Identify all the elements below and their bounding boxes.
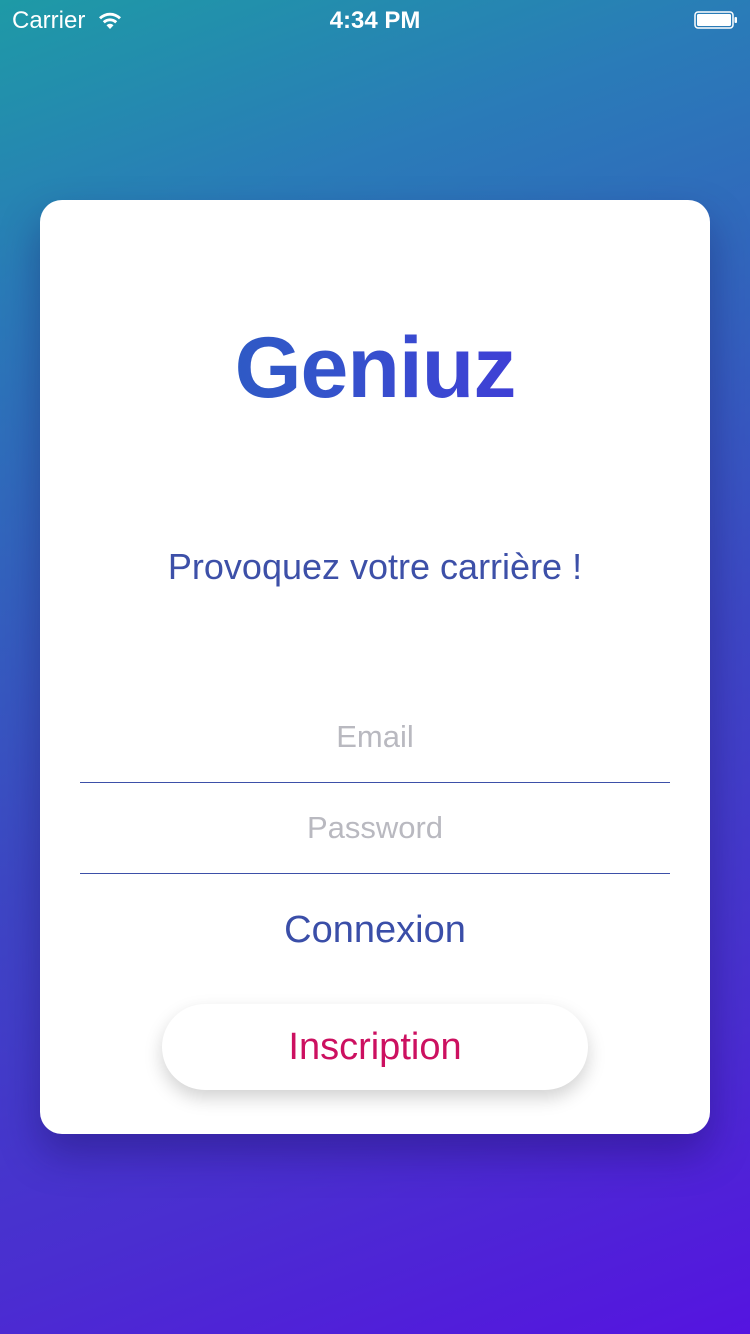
app-logo: Geniuz [40, 318, 710, 418]
login-screen: Carrier 4:34 PM Geniuz Provoquez votre c… [0, 0, 750, 1334]
status-time: 4:34 PM [329, 7, 421, 34]
email-field[interactable] [80, 692, 670, 783]
signup-button[interactable]: Inscription [162, 1004, 588, 1090]
status-bar: Carrier 4:34 PM [0, 0, 750, 40]
login-card: Geniuz Provoquez votre carrière ! Connex… [40, 200, 710, 1134]
tagline: Provoquez votre carrière ! [167, 546, 583, 587]
battery-icon [694, 11, 737, 29]
login-button[interactable]: Connexion [40, 900, 710, 960]
password-field[interactable] [80, 783, 670, 874]
